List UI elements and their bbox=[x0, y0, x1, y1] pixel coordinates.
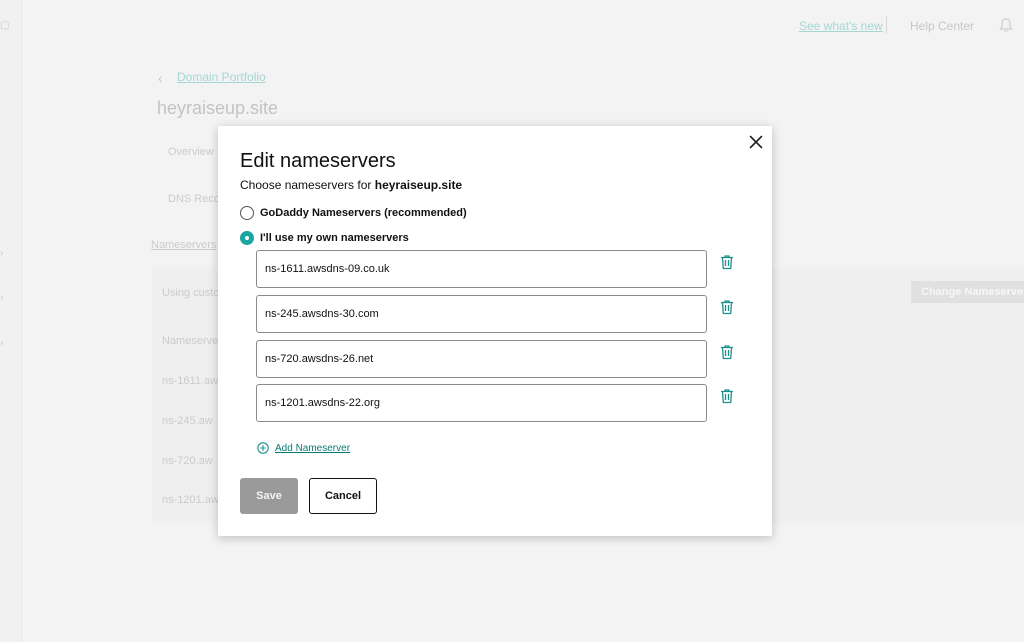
add-nameserver-button[interactable]: Add Nameserver bbox=[257, 440, 350, 456]
nameserver-input-2[interactable] bbox=[256, 295, 707, 333]
edit-nameservers-dialog: Edit nameservers Choose nameservers for … bbox=[218, 126, 772, 536]
dialog-subtitle: Choose nameservers for heyraiseup.site bbox=[240, 178, 462, 192]
chevron-left-icon: ‹ bbox=[158, 70, 163, 86]
trash-icon[interactable] bbox=[720, 254, 734, 270]
cancel-button[interactable]: Cancel bbox=[309, 478, 377, 514]
dialog-title: Edit nameservers bbox=[240, 150, 396, 172]
list-item: ns-1201.aw bbox=[162, 494, 219, 506]
nameserver-input-1[interactable] bbox=[256, 250, 707, 288]
sidebar-chevron-icon: › bbox=[0, 248, 4, 259]
bell-icon[interactable] bbox=[998, 17, 1014, 33]
help-center-link[interactable]: Help Center bbox=[910, 19, 974, 33]
nameservers-header: Nameserve bbox=[162, 335, 219, 347]
radio-button[interactable] bbox=[240, 206, 254, 220]
sidebar: ▢ › › › bbox=[0, 0, 22, 642]
whats-new-link[interactable]: See what's new bbox=[799, 19, 883, 33]
nameserver-input-3[interactable] bbox=[256, 340, 707, 378]
header-divider bbox=[886, 16, 887, 34]
list-item: ns-720.aw bbox=[162, 455, 213, 467]
tab-nameservers[interactable]: Nameservers bbox=[151, 239, 216, 251]
breadcrumb[interactable]: Domain Portfolio bbox=[177, 70, 266, 84]
save-button[interactable]: Save bbox=[240, 478, 298, 514]
list-item: ns-245.aw bbox=[162, 415, 213, 427]
subtitle-domain: heyraiseup.site bbox=[374, 178, 463, 192]
sidebar-chevron-icon: › bbox=[0, 338, 4, 349]
tab-dns[interactable]: DNS Reco bbox=[168, 193, 220, 205]
sidebar-chevron-icon: › bbox=[0, 292, 4, 303]
change-nameservers-button[interactable]: Change Nameservers bbox=[911, 281, 1024, 303]
subtitle-prefix: Choose nameservers for bbox=[240, 178, 375, 192]
page-title: heyraiseup.site bbox=[157, 98, 279, 118]
close-icon[interactable] bbox=[747, 133, 765, 151]
radio-own-nameservers[interactable]: I'll use my own nameservers bbox=[240, 229, 409, 247]
list-item: ns-1611.aw bbox=[162, 375, 219, 387]
add-nameserver-label: Add Nameserver bbox=[275, 442, 351, 454]
radio-label: I'll use my own nameservers bbox=[260, 232, 409, 244]
radio-button-checked[interactable] bbox=[240, 231, 254, 245]
trash-icon[interactable] bbox=[720, 344, 734, 360]
trash-icon[interactable] bbox=[720, 299, 734, 315]
radio-label: GoDaddy Nameservers (recommended) bbox=[260, 207, 467, 219]
sidebar-toggle-icon[interactable]: ▢ bbox=[0, 20, 9, 31]
trash-icon[interactable] bbox=[720, 388, 734, 404]
using-custom-text: Using custo bbox=[162, 287, 220, 299]
nameserver-input-4[interactable] bbox=[256, 384, 707, 422]
radio-godaddy-nameservers[interactable]: GoDaddy Nameservers (recommended) bbox=[240, 204, 467, 222]
tab-overview[interactable]: Overview bbox=[168, 146, 214, 158]
plus-circle-icon bbox=[257, 442, 269, 454]
